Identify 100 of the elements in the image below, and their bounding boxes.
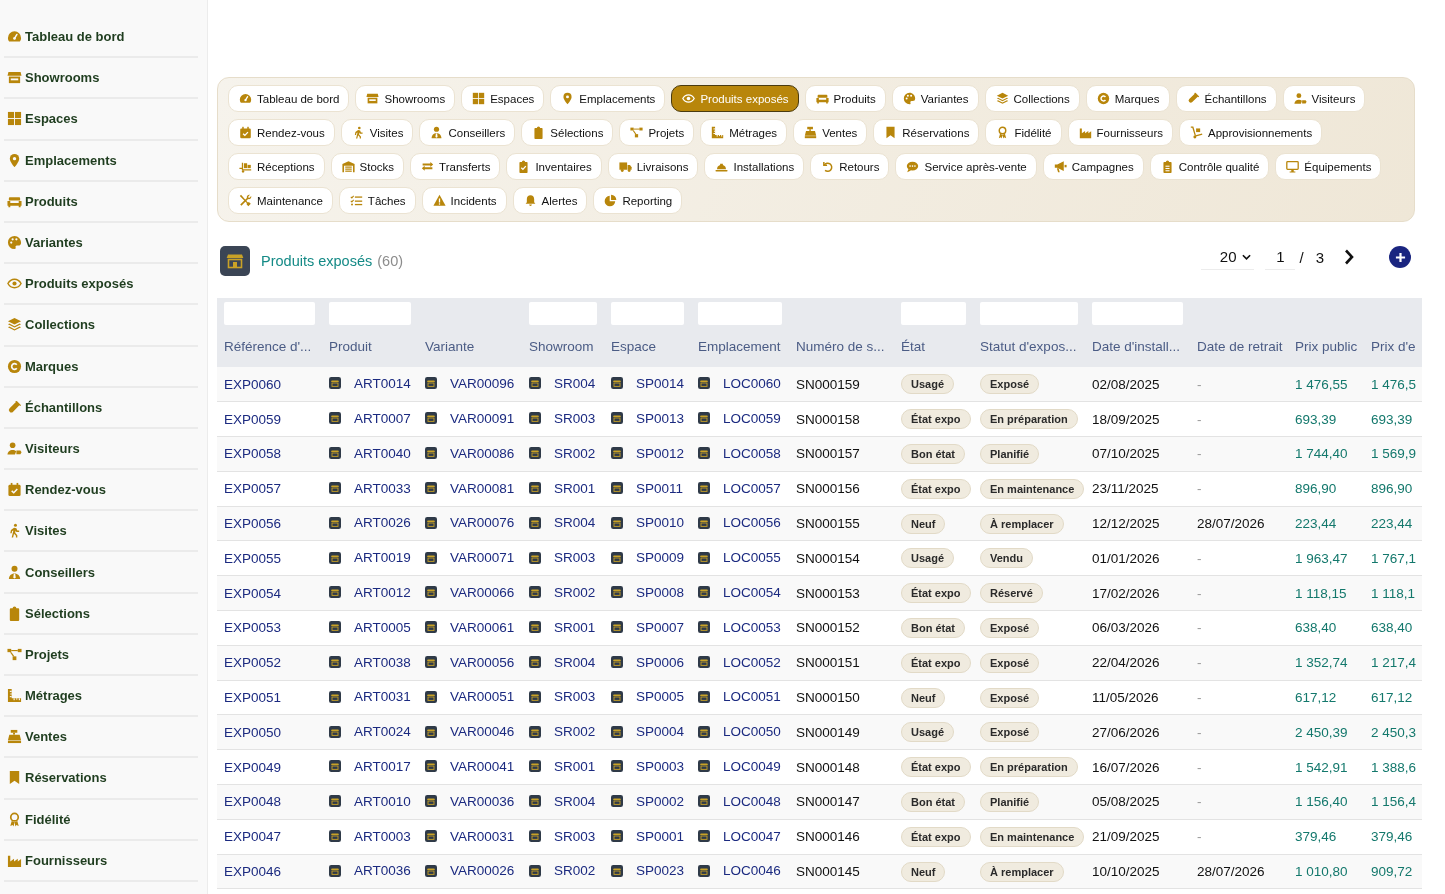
code-link[interactable]: EXP0050	[224, 724, 282, 740]
nav-tab[interactable]: Tâches	[338, 187, 416, 214]
nav-tab[interactable]: Approvisionnements	[1178, 119, 1323, 146]
code-link[interactable]: LOC0046	[723, 863, 781, 879]
code-link[interactable]: LOC0050	[723, 724, 781, 740]
nav-tab[interactable]: Visites	[340, 119, 414, 146]
nav-tab[interactable]: Showrooms	[355, 85, 456, 112]
nav-tab[interactable]: Service après-vente	[895, 153, 1037, 180]
code-link[interactable]: EXP0048	[224, 794, 282, 810]
code-link[interactable]: VAR00046	[450, 724, 515, 740]
sidebar-item[interactable]: Produits	[4, 181, 198, 223]
code-link[interactable]: SR004	[554, 515, 596, 531]
nav-tab[interactable]: Réservations	[873, 119, 980, 146]
code-link[interactable]: SP0002	[636, 793, 685, 809]
code-link[interactable]: SR004	[554, 375, 596, 391]
code-link[interactable]: VAR00091	[450, 410, 515, 426]
add-button[interactable]	[1389, 246, 1411, 268]
code-link[interactable]: SR002	[554, 445, 596, 461]
nav-tab[interactable]: Variantes	[891, 85, 979, 112]
sidebar-item[interactable]: Emplacements	[4, 140, 198, 182]
code-link[interactable]: SR001	[554, 619, 596, 635]
code-link[interactable]: EXP0057	[224, 481, 282, 497]
code-link[interactable]: VAR00096	[450, 375, 515, 391]
sidebar-item[interactable]: Réservations	[4, 758, 198, 800]
code-link[interactable]: LOC0053	[723, 619, 781, 635]
code-link[interactable]: VAR00041	[450, 758, 515, 774]
code-link[interactable]: SP0013	[636, 410, 685, 426]
code-link[interactable]: SR003	[554, 550, 596, 566]
nav-tab[interactable]: Installations	[704, 153, 805, 180]
code-link[interactable]: VAR00061	[450, 619, 515, 635]
code-link[interactable]: ART0005	[354, 619, 411, 635]
sidebar-item[interactable]: Fidélité	[4, 799, 198, 841]
code-link[interactable]: ART0010	[354, 793, 411, 809]
code-link[interactable]: SP0008	[636, 584, 685, 600]
nav-tab[interactable]: Alertes	[512, 187, 588, 214]
sidebar-item[interactable]: Collections	[4, 305, 198, 347]
code-link[interactable]: VAR00071	[450, 550, 515, 566]
code-link[interactable]: ART0033	[354, 480, 411, 496]
code-link[interactable]: EXP0059	[224, 411, 282, 427]
code-link[interactable]: EXP0047	[224, 829, 282, 845]
code-link[interactable]: ART0014	[354, 375, 411, 391]
sidebar-item[interactable]: Échantillons	[4, 387, 198, 429]
code-link[interactable]: ART0003	[354, 828, 411, 844]
code-link[interactable]: LOC0057	[723, 480, 781, 496]
code-link[interactable]: LOC0060	[723, 375, 781, 391]
nav-tab[interactable]: Fidélité	[985, 119, 1062, 146]
code-link[interactable]: VAR00031	[450, 828, 515, 844]
sidebar-item[interactable]: Marques	[4, 346, 198, 388]
code-link[interactable]: ART0012	[354, 584, 411, 600]
nav-tab[interactable]: Métrages	[700, 119, 788, 146]
sidebar-item[interactable]: Produits exposés	[4, 264, 198, 306]
code-link[interactable]: EXP0060	[224, 376, 282, 392]
code-link[interactable]: SP0007	[636, 619, 685, 635]
code-link[interactable]: EXP0049	[224, 759, 282, 775]
sidebar-item[interactable]: Showrooms	[4, 58, 198, 100]
nav-tab[interactable]: Équipements	[1275, 153, 1382, 180]
code-link[interactable]: ART0040	[354, 445, 411, 461]
code-link[interactable]: SP0010	[636, 515, 685, 531]
next-page-button[interactable]	[1344, 249, 1354, 265]
code-link[interactable]: EXP0054	[224, 585, 282, 601]
sidebar-item[interactable]: Métrages	[4, 676, 198, 718]
code-link[interactable]: ART0024	[354, 724, 411, 740]
code-link[interactable]: VAR00036	[450, 793, 515, 809]
code-link[interactable]: LOC0058	[723, 445, 781, 461]
code-link[interactable]: ART0036	[354, 863, 411, 879]
code-link[interactable]: SR002	[554, 863, 596, 879]
nav-tab[interactable]: Reporting	[593, 187, 683, 214]
code-link[interactable]: LOC0049	[723, 758, 781, 774]
nav-tab[interactable]: Livraisons	[607, 153, 699, 180]
nav-tab[interactable]: Maintenance	[228, 187, 333, 214]
code-link[interactable]: SP0009	[636, 550, 685, 566]
code-link[interactable]: LOC0059	[723, 410, 781, 426]
sidebar-item[interactable]: Visites	[4, 511, 198, 553]
nav-tab[interactable]: Collections	[984, 85, 1080, 112]
nav-tab[interactable]: Visiteurs	[1282, 85, 1366, 112]
code-link[interactable]: LOC0054	[723, 584, 781, 600]
nav-tab[interactable]: Contrôle qualité	[1149, 153, 1270, 180]
code-link[interactable]: ART0017	[354, 758, 411, 774]
nav-tab[interactable]: Ventes	[793, 119, 868, 146]
code-link[interactable]: ART0038	[354, 654, 411, 670]
code-link[interactable]: ART0007	[354, 410, 411, 426]
nav-tab[interactable]: Fournisseurs	[1067, 119, 1173, 146]
nav-tab[interactable]: Campagnes	[1042, 153, 1144, 180]
code-link[interactable]: SR002	[554, 584, 596, 600]
nav-tab[interactable]: Projets	[619, 119, 695, 146]
sidebar-item[interactable]: Espaces	[4, 99, 198, 141]
code-link[interactable]: SR001	[554, 758, 596, 774]
code-link[interactable]: VAR00056	[450, 654, 515, 670]
code-link[interactable]: SP0003	[636, 758, 685, 774]
nav-tab[interactable]: Conseillers	[419, 119, 516, 146]
code-link[interactable]: SP0023	[636, 863, 685, 879]
code-link[interactable]: VAR00051	[450, 689, 515, 705]
nav-tab[interactable]: Emplacements	[550, 85, 666, 112]
sidebar-item[interactable]: Sélections	[4, 593, 198, 635]
code-link[interactable]: SR002	[554, 724, 596, 740]
sidebar-item[interactable]: Variantes	[4, 222, 198, 265]
code-link[interactable]: LOC0048	[723, 793, 781, 809]
nav-tab[interactable]: Produits	[804, 85, 886, 112]
code-link[interactable]: EXP0046	[224, 864, 282, 880]
nav-tab[interactable]: Tableau de bord	[228, 85, 350, 112]
